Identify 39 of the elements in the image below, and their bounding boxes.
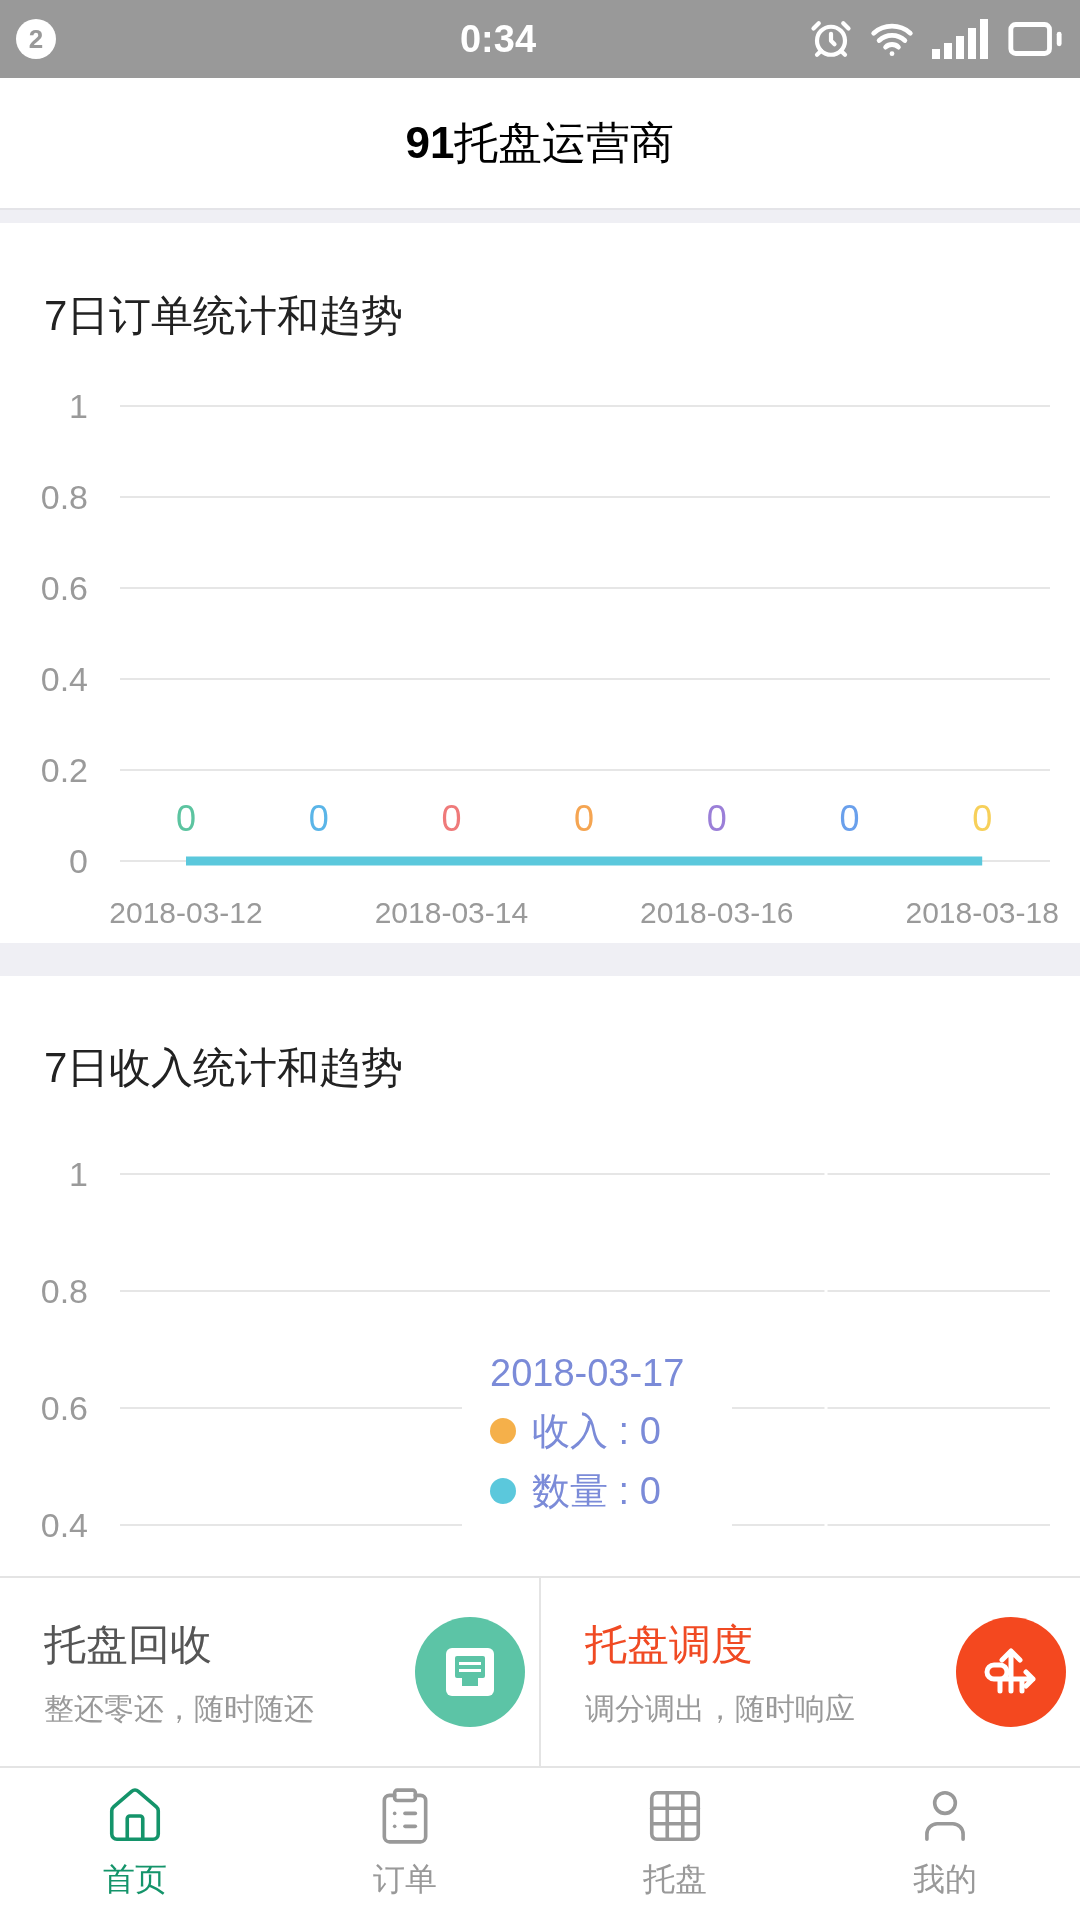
action-subtitle: 整还零还，随时随还 <box>44 1691 314 1727</box>
y-tick-label: 0 <box>69 842 88 880</box>
value-label: 0 <box>176 798 196 839</box>
x-tick-label: 2018-03-14 <box>374 896 529 929</box>
value-label: 0 <box>574 798 595 839</box>
card-title: 7日收入统计和趋势 <box>44 1042 404 1093</box>
y-tick-label: 0.8 <box>40 478 88 516</box>
signal-icon <box>932 19 988 59</box>
status-time: 0:34 <box>458 16 538 62</box>
card-title: 7日订单统计和趋势 <box>44 291 404 341</box>
y-axis-label: 0.4 <box>40 1506 88 1544</box>
y-tick-label: 0.6 <box>40 569 88 607</box>
app-title: 91托盘运营商 <box>405 117 675 169</box>
notification-badge: 2 <box>16 19 56 59</box>
y-tick-label: 0.4 <box>40 660 88 698</box>
tooltip-value: 数量 : 0 <box>532 1469 661 1514</box>
value-label: 0 <box>972 798 993 839</box>
tooltip-date: 2018-03-17 <box>490 1351 686 1396</box>
tab-item[interactable]: 我的 <box>810 1768 1080 1920</box>
tab-item[interactable]: 首页 <box>0 1768 270 1920</box>
tab-item[interactable]: 订单 <box>270 1768 540 1920</box>
value-label: 0 <box>441 798 462 839</box>
tooltip-value: 收入 : 0 <box>532 1409 661 1454</box>
y-tick-label: 0.2 <box>40 751 88 789</box>
x-tick-label: 2018-03-18 <box>905 896 1059 929</box>
tab-item[interactable]: 托盘 <box>540 1768 810 1920</box>
action-subtitle: 调分调出，随时响应 <box>585 1691 855 1727</box>
y-axis-label: 1 <box>69 1155 88 1193</box>
action-title: 托盘回收 <box>44 1620 212 1670</box>
alarm-icon <box>810 18 852 60</box>
value-label: 0 <box>308 798 329 839</box>
y-axis-label: 0.6 <box>40 1389 88 1427</box>
value-label: 0 <box>706 798 727 839</box>
y-tick-label: 1 <box>69 387 88 425</box>
y-axis-label: 0.8 <box>40 1272 88 1310</box>
value-label: 0 <box>839 798 860 839</box>
x-tick-label: 2018-03-16 <box>640 896 794 929</box>
x-tick-label: 2018-03-12 <box>109 896 263 929</box>
action-title: 托盘调度 <box>585 1620 753 1670</box>
